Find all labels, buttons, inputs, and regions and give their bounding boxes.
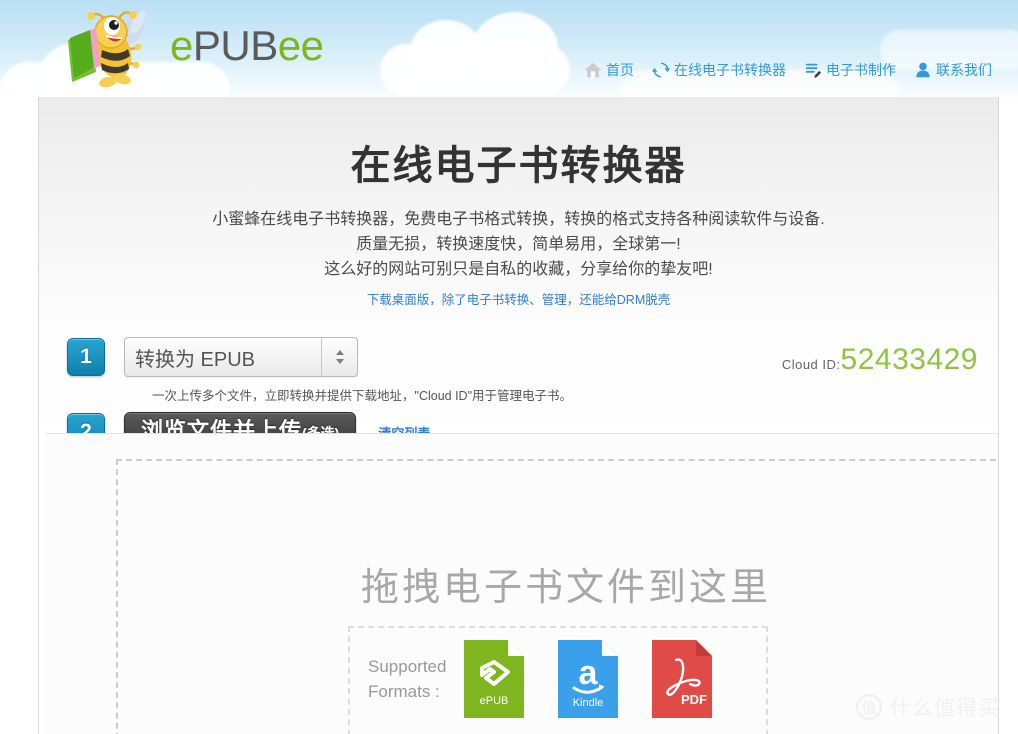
pdf-file-icon: PDF: [652, 640, 713, 718]
bee-mascot-icon: [68, 10, 146, 88]
cloud-id-display: Cloud ID: 52433429: [782, 343, 978, 377]
chevron-up-icon: [335, 350, 344, 355]
svg-text:PDF: PDF: [681, 692, 707, 707]
format-icon-list: ePUB a Kindle PDF: [464, 640, 713, 718]
supported-formats-label: Supported Formats :: [368, 640, 446, 704]
kindle-file-icon: a Kindle: [558, 640, 619, 718]
page-title: 在线电子书转换器: [350, 144, 687, 188]
nav-label: 在线电子书转换器: [674, 62, 786, 78]
main-navigation: 首页 在线电子书转换器 电子书制作 联系我们: [584, 60, 992, 80]
logo-wordmark: ePUBee: [170, 22, 324, 71]
description-line-1: 小蜜蜂在线电子书转换器，免费电子书格式转换，转换的格式支持各种阅读软件与设备.: [212, 211, 825, 228]
download-desktop-link[interactable]: 下载桌面版，除了电子书转换、管理，还能给DRM脱壳: [39, 288, 998, 313]
page-description: 小蜜蜂在线电子书转换器，免费电子书格式转换，转换的格式支持各种阅读软件与设备. …: [39, 207, 998, 313]
step-1-note: 一次上传多个文件，立即转换并提供下载地址，"Cloud ID"用于管理电子书。: [152, 389, 573, 403]
site-logo[interactable]: ePUBee: [62, 6, 324, 90]
formats-label-line-1: Supported: [368, 657, 447, 676]
logo-letter-e: e: [170, 22, 193, 69]
home-icon: [584, 62, 602, 78]
description-line-3: 这么好的网站可别只是自私的收藏，分享给你的挚友吧!: [324, 261, 713, 278]
cloud-decoration: [380, 12, 570, 96]
nav-label: 联系我们: [936, 62, 992, 78]
epub-file-icon: ePUB: [464, 640, 525, 718]
output-format-value: 转换为 EPUB: [135, 348, 256, 371]
cloud-id-label: Cloud ID:: [781, 357, 841, 372]
dropzone-hint: 拖拽电子书文件到这里: [360, 567, 771, 609]
svg-text:Kindle: Kindle: [573, 697, 604, 709]
cloud-id-value: 52433429: [840, 343, 978, 376]
nav-label: 首页: [606, 62, 634, 78]
logo-letters-ee: ee: [277, 22, 324, 69]
formats-label-line-2: Formats :: [368, 682, 440, 701]
logo-letters-pub: PUB: [192, 22, 278, 69]
site-header: ePUBee 首页 在线电子书转换器 电子书制作 联系我们: [0, 0, 1018, 97]
supported-formats-box: Supported Formats : ePUB a Kindle PDF: [348, 626, 768, 734]
nav-item-home[interactable]: 首页: [584, 60, 634, 80]
refresh-icon: [652, 62, 670, 78]
select-stepper-arrows[interactable]: [321, 338, 357, 376]
svg-text:ePUB: ePUB: [480, 695, 509, 707]
user-icon: [916, 62, 930, 78]
chevron-down-icon: [335, 359, 344, 364]
nav-item-online-converter[interactable]: 在线电子书转换器: [652, 60, 786, 80]
output-format-select[interactable]: 转换为 EPUB: [124, 337, 358, 377]
nav-label: 电子书制作: [826, 62, 896, 78]
nav-item-ebook-creation[interactable]: 电子书制作: [804, 60, 896, 80]
description-line-2: 质量无损，转换速度快，简单易用，全球第一!: [356, 236, 681, 253]
nav-item-contact-us[interactable]: 联系我们: [914, 60, 992, 80]
file-dropzone[interactable]: 拖拽电子书文件到这里 Supported Formats : ePUB a Ki…: [116, 459, 998, 734]
document-edit-icon: [805, 63, 822, 78]
svg-text:a: a: [579, 654, 599, 692]
content-panel: 在线电子书转换器 小蜜蜂在线电子书转换器，免费电子书格式转换，转换的格式支持各种…: [38, 97, 999, 734]
dropzone-section: 拖拽电子书文件到这里 Supported Formats : ePUB a Ki…: [46, 433, 998, 734]
step-1-badge: 1: [67, 338, 105, 376]
